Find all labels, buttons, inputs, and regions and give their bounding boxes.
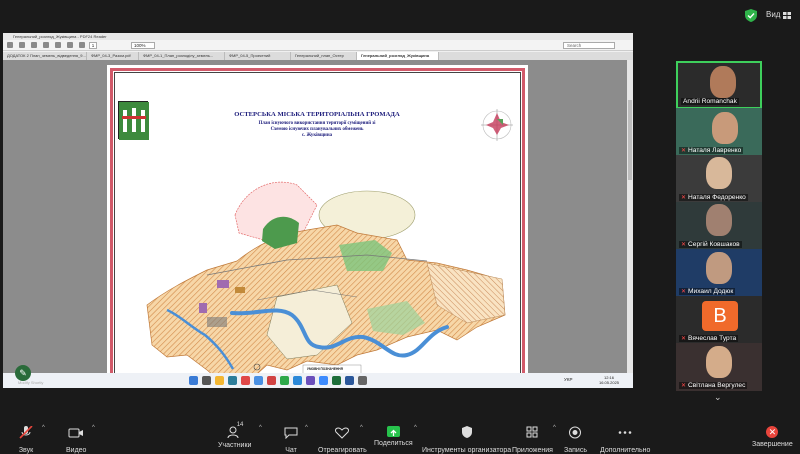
tab-document-1[interactable]: ДОДАТОК 2 План_земель_відведення_9... bbox=[3, 52, 87, 60]
page-number-input[interactable]: 1 bbox=[89, 42, 97, 49]
tab-document-4[interactable]: ФМР_04-5_Проектний bbox=[225, 52, 291, 60]
shield-check-icon[interactable] bbox=[745, 9, 757, 22]
pdf-icon[interactable] bbox=[267, 376, 276, 385]
pencil-icon: ✎ bbox=[19, 367, 27, 378]
edge-icon[interactable] bbox=[228, 376, 237, 385]
mic-muted-icon: ✕ bbox=[681, 195, 687, 201]
open-icon[interactable] bbox=[7, 42, 13, 48]
search-icon[interactable] bbox=[202, 376, 211, 385]
word-icon[interactable] bbox=[345, 376, 354, 385]
participant-tile[interactable]: ✕ Сергій Ковшаков bbox=[676, 202, 762, 250]
meeting-controls: Звук ^ Видео ^ 14 Участники ^ Чат ^ Отре… bbox=[0, 418, 800, 454]
shield-icon bbox=[461, 426, 472, 438]
heart-icon bbox=[335, 427, 350, 439]
participant-name: ✕ Сергій Ковшаков bbox=[679, 241, 742, 248]
participants-button[interactable]: 14 Участники bbox=[218, 422, 251, 449]
participant-video bbox=[706, 252, 732, 284]
next-page-icon[interactable] bbox=[79, 42, 85, 48]
zoom-select[interactable]: 100% bbox=[131, 42, 155, 49]
participant-name: ✕ Михаил Додюк bbox=[679, 288, 736, 295]
react-options-caret[interactable]: ^ bbox=[360, 425, 363, 431]
pdf-page: ОСТЕРСЬКА МІСЬКА ТЕРИТОРІАЛЬНА ГРОМАДА П… bbox=[107, 65, 528, 388]
document-tabs: ДОДАТОК 2 План_земель_відведення_9... ФМ… bbox=[3, 52, 633, 60]
mail-icon[interactable] bbox=[254, 376, 263, 385]
grid-icon[interactable] bbox=[783, 12, 791, 19]
app-icon[interactable] bbox=[358, 376, 367, 385]
chat-options-caret[interactable]: ^ bbox=[305, 425, 308, 431]
wind-rose bbox=[481, 109, 513, 141]
mic-muted-icon: ✕ bbox=[681, 289, 687, 295]
windows-taskbar: УКР 12:16 16.05.2025 bbox=[3, 373, 633, 388]
participant-tile[interactable]: Andrii Romanchak bbox=[676, 61, 762, 109]
clock[interactable]: 12:16 16.05.2025 bbox=[599, 375, 619, 385]
zoom-icon[interactable] bbox=[319, 376, 328, 385]
search-input[interactable]: Search bbox=[563, 42, 615, 49]
annotate-button[interactable]: ✎ bbox=[15, 365, 31, 381]
participant-video bbox=[706, 157, 732, 189]
apps-options-caret[interactable]: ^ bbox=[553, 425, 556, 431]
tab-document-3[interactable]: ФМР_04-1_План_розподілу_земель... bbox=[139, 52, 225, 60]
participant-name: ✕ Наталя Лавренко bbox=[679, 147, 744, 154]
chat-icon bbox=[284, 427, 298, 440]
participant-video bbox=[706, 204, 732, 236]
participant-tile[interactable]: ✕ Світлана Вергулес bbox=[676, 343, 762, 391]
chevron-down-icon[interactable]: ⌄ bbox=[714, 392, 722, 403]
tab-document-2[interactable]: ФМР_04-3_Разом.pdf bbox=[87, 52, 139, 60]
mic-muted-icon: ✕ bbox=[681, 336, 687, 342]
audio-options-caret[interactable]: ^ bbox=[42, 425, 45, 431]
email-icon[interactable] bbox=[43, 42, 49, 48]
participant-name: ✕ Вячеслав Турта bbox=[679, 335, 739, 342]
view-button[interactable]: Вид bbox=[766, 10, 780, 19]
scroll-thumb[interactable] bbox=[628, 100, 632, 180]
select-icon[interactable] bbox=[55, 42, 61, 48]
shared-screen: Генеральний_розгляд_Жуківщина - PDF24 Re… bbox=[3, 33, 633, 388]
top-bar: Вид bbox=[0, 0, 800, 30]
mic-muted-icon: ✕ bbox=[681, 242, 687, 248]
whatsapp-icon[interactable] bbox=[280, 376, 289, 385]
share-screen-button[interactable]: Поделиться bbox=[374, 426, 413, 447]
more-dots-icon bbox=[618, 431, 632, 434]
save-icon[interactable] bbox=[19, 42, 25, 48]
participant-tile[interactable]: ✕ Михаил Додюк bbox=[676, 249, 762, 297]
end-icon: ✕ bbox=[766, 426, 779, 438]
start-icon[interactable] bbox=[189, 376, 198, 385]
legend-title: УМОВНІ ПОЗНАЧЕННЯ bbox=[307, 367, 344, 371]
participant-name: ✕ Світлана Вергулес bbox=[679, 382, 748, 389]
mic-muted-icon: ✕ bbox=[681, 148, 687, 154]
map-drawing: УМОВНІ ПОЗНАЧЕННЯ bbox=[146, 109, 513, 388]
vertical-scrollbar[interactable] bbox=[627, 60, 633, 380]
language-indicator[interactable]: УКР bbox=[564, 377, 572, 382]
prev-page-icon[interactable] bbox=[67, 42, 73, 48]
participant-video bbox=[706, 346, 732, 378]
participant-name: Andrii Romanchak bbox=[681, 98, 739, 105]
file-explorer-icon[interactable] bbox=[215, 376, 224, 385]
excel-icon[interactable] bbox=[332, 376, 341, 385]
telegram-icon[interactable] bbox=[293, 376, 302, 385]
viewer-title: Генеральний_розгляд_Жуківщина - PDF24 Re… bbox=[3, 33, 633, 40]
print-icon[interactable] bbox=[31, 42, 37, 48]
tab-document-6[interactable]: Генеральний_розгляд_Жуківщина bbox=[357, 52, 439, 60]
store-icon[interactable] bbox=[241, 376, 250, 385]
video-options-caret[interactable]: ^ bbox=[92, 425, 95, 431]
tab-document-5[interactable]: Генеральний_план_Остер bbox=[291, 52, 357, 60]
share-options-caret[interactable]: ^ bbox=[414, 425, 417, 431]
viber-icon[interactable] bbox=[306, 376, 315, 385]
participant-tile[interactable]: ✕ Наталя Федоренко bbox=[676, 155, 762, 203]
participant-tile[interactable]: ✕ Наталя Лавренко bbox=[676, 108, 762, 156]
participant-video bbox=[712, 112, 738, 144]
participants-options-caret[interactable]: ^ bbox=[259, 425, 262, 431]
microphone-muted-icon bbox=[19, 425, 33, 439]
participant-name: ✕ Наталя Федоренко bbox=[679, 194, 748, 201]
participant-tile[interactable]: B ✕ Вячеслав Турта bbox=[676, 296, 762, 344]
camera-icon bbox=[68, 428, 84, 438]
participant-avatar: B bbox=[702, 301, 738, 331]
participant-video bbox=[710, 66, 736, 98]
record-icon bbox=[569, 426, 582, 439]
apps-icon bbox=[526, 426, 538, 438]
annotate-label: Modify Shortly bbox=[18, 380, 44, 385]
end-meeting-button[interactable]: ✕ Завершение bbox=[752, 426, 793, 448]
share-screen-icon bbox=[386, 426, 400, 437]
viewer-toolbar: 1 100% Search bbox=[3, 40, 633, 51]
mic-muted-icon: ✕ bbox=[681, 383, 687, 389]
